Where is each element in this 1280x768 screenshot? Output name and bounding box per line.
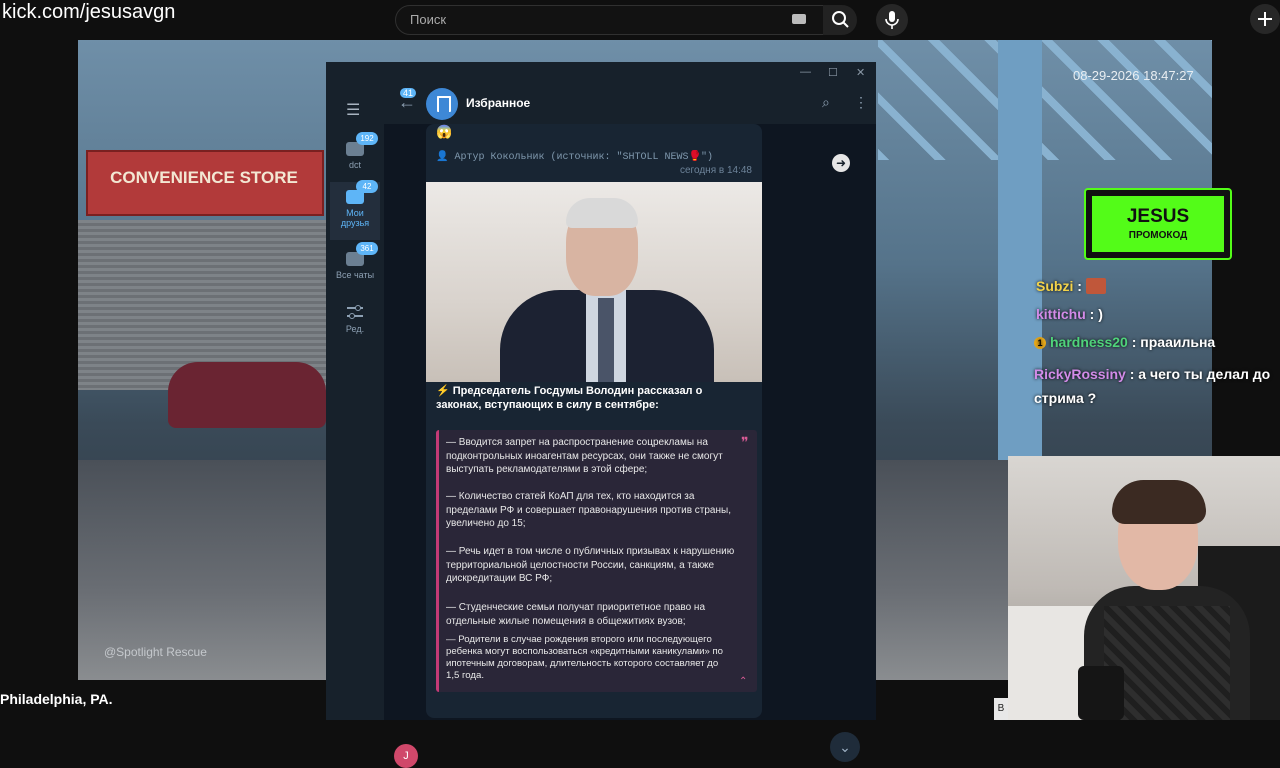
microphone-icon — [885, 11, 899, 29]
share-icon: ➜ — [835, 156, 847, 170]
chat-username[interactable]: kittichu — [1036, 306, 1086, 322]
maximize-icon[interactable]: ☐ — [828, 66, 838, 79]
more-icon[interactable]: ⋮ — [854, 94, 868, 111]
quote-item: — Студенческие семьи получат приоритетно… — [446, 602, 705, 627]
menu-icon[interactable]: ☰ — [346, 100, 360, 120]
folder-vse-chaty[interactable]: 361 Все чаты — [330, 242, 380, 294]
user-avatar[interactable]: J — [394, 744, 418, 768]
promo-banner: JESUS ПРОМОКОД — [1084, 188, 1232, 260]
chat-message: Subzi : — [1036, 278, 1106, 294]
scroll-down-button[interactable]: ⌄ — [830, 732, 860, 762]
minimize-icon[interactable]: — — [800, 66, 811, 78]
folder-label: Мои друзья — [340, 208, 370, 228]
share-button[interactable]: ➜ — [832, 154, 850, 172]
folder-label: Все чаты — [335, 270, 375, 280]
store-sign: CONVENIENCE STORE — [86, 150, 324, 216]
store-sign-text: CONVENIENCE STORE — [110, 168, 298, 187]
folder-badge: 361 — [356, 242, 378, 255]
saved-messages-avatar[interactable] — [426, 88, 458, 120]
chevron-down-icon: ⌄ — [839, 739, 851, 755]
photo-hair — [566, 198, 638, 228]
emote-icon — [1085, 278, 1106, 294]
message-emoji: 😱 — [436, 124, 453, 139]
top-bar: kick.com/jesusavgn Поиск — [0, 0, 1280, 40]
search-input[interactable]: Поиск — [395, 5, 825, 35]
bottom-chip[interactable]: В — [994, 698, 1008, 720]
telegram-window: — ☐ ✕ ☰ 192 dct 42 Мои друзья 361 Все ча… — [326, 62, 876, 768]
streamer-hair — [1112, 480, 1206, 524]
search-icon[interactable]: ⌕ — [822, 94, 830, 111]
message-time: сегодня в 14:48 — [680, 165, 752, 176]
plus-icon — [1258, 12, 1272, 26]
chat-message: 1 hardness20 : прааильна — [1034, 334, 1215, 350]
folder-sidebar: ☰ 192 dct 42 Мои друзья 361 Все чаты Ред… — [326, 84, 384, 720]
chat-area: 😱 👤 Артур Кокольник (источник: "SHTOLL N… — [384, 124, 876, 768]
bookmark-icon — [437, 96, 451, 112]
quote-item: — Вводится запрет на распространение соц… — [446, 437, 723, 475]
chat-title[interactable]: Избранное — [466, 96, 530, 110]
folder-dct[interactable]: 192 dct — [330, 132, 380, 180]
forwarded-from[interactable]: 👤 Артур Кокольник (источник: "SHTOLL NEW… — [436, 151, 713, 163]
edit-folders-icon — [347, 305, 363, 319]
keyboard-icon[interactable] — [792, 14, 806, 24]
bridge-beams — [878, 40, 1212, 160]
search-icon — [832, 11, 849, 28]
video-watermark: @Spotlight Rescue — [104, 645, 207, 659]
streamer-microphone — [1078, 666, 1124, 720]
message-quote: ❞ — Вводится запрет на распространение с… — [436, 430, 757, 692]
quote-item: — Речь идет в том числе о публичных приз… — [446, 546, 735, 584]
folder-edit[interactable]: Ред. — [330, 296, 380, 346]
folder-label: dct — [348, 160, 361, 170]
promo-subtitle: ПРОМОКОД — [1128, 230, 1188, 241]
location-label: Philadelphia, PA. — [0, 691, 113, 707]
chat-username[interactable]: RickyRossiny — [1034, 366, 1126, 382]
voice-search-button[interactable] — [876, 4, 908, 36]
folder-badge: 192 — [356, 132, 378, 145]
chat-header: ← 41 Избранное ⌕ ⋮ — [384, 84, 876, 124]
chat-message: kittichu : ) — [1036, 306, 1103, 322]
chat-text: : прааильна — [1131, 334, 1216, 350]
video-timestamp: 08-29-2026 18:47:27 — [1073, 68, 1194, 83]
car — [168, 362, 326, 428]
promo-title: JESUS — [1126, 206, 1190, 227]
badge-icon: 1 — [1034, 337, 1046, 349]
chat-text: : ) — [1089, 306, 1103, 322]
folder-badge: 42 — [356, 180, 378, 193]
streamer-webcam — [1008, 456, 1280, 720]
search-placeholder: Поиск — [410, 12, 447, 27]
message-lead: ⚡ Председатель Госдумы Володин рассказал… — [436, 385, 703, 411]
chat-message: RickyRossiny : а чего ты делал до стрима… — [1034, 362, 1274, 410]
photo-tie — [598, 298, 614, 382]
quote-item: — Количество статей КоАП для тех, кто на… — [446, 491, 731, 529]
create-button[interactable] — [1250, 4, 1280, 34]
folder-label: Ред. — [345, 324, 365, 334]
message-photo[interactable] — [426, 182, 762, 382]
window-titlebar: — ☐ ✕ — [326, 62, 876, 84]
stream-url: kick.com/jesusavgn — [2, 1, 176, 23]
chat-username[interactable]: Subzi — [1036, 278, 1073, 294]
collapse-icon[interactable]: ⌃ — [739, 676, 747, 687]
quote-icon: ❞ — [741, 434, 749, 450]
unread-badge: 41 — [400, 88, 417, 98]
quote-item: — Родители в случае рождения второго или… — [446, 634, 723, 681]
promo-inner: JESUS ПРОМОКОД — [1092, 196, 1224, 252]
close-icon[interactable]: ✕ — [856, 66, 865, 79]
search-button[interactable] — [823, 5, 857, 35]
chat-username[interactable]: hardness20 — [1050, 334, 1128, 350]
folder-moi-druzya[interactable]: 42 Мои друзья — [330, 180, 380, 240]
